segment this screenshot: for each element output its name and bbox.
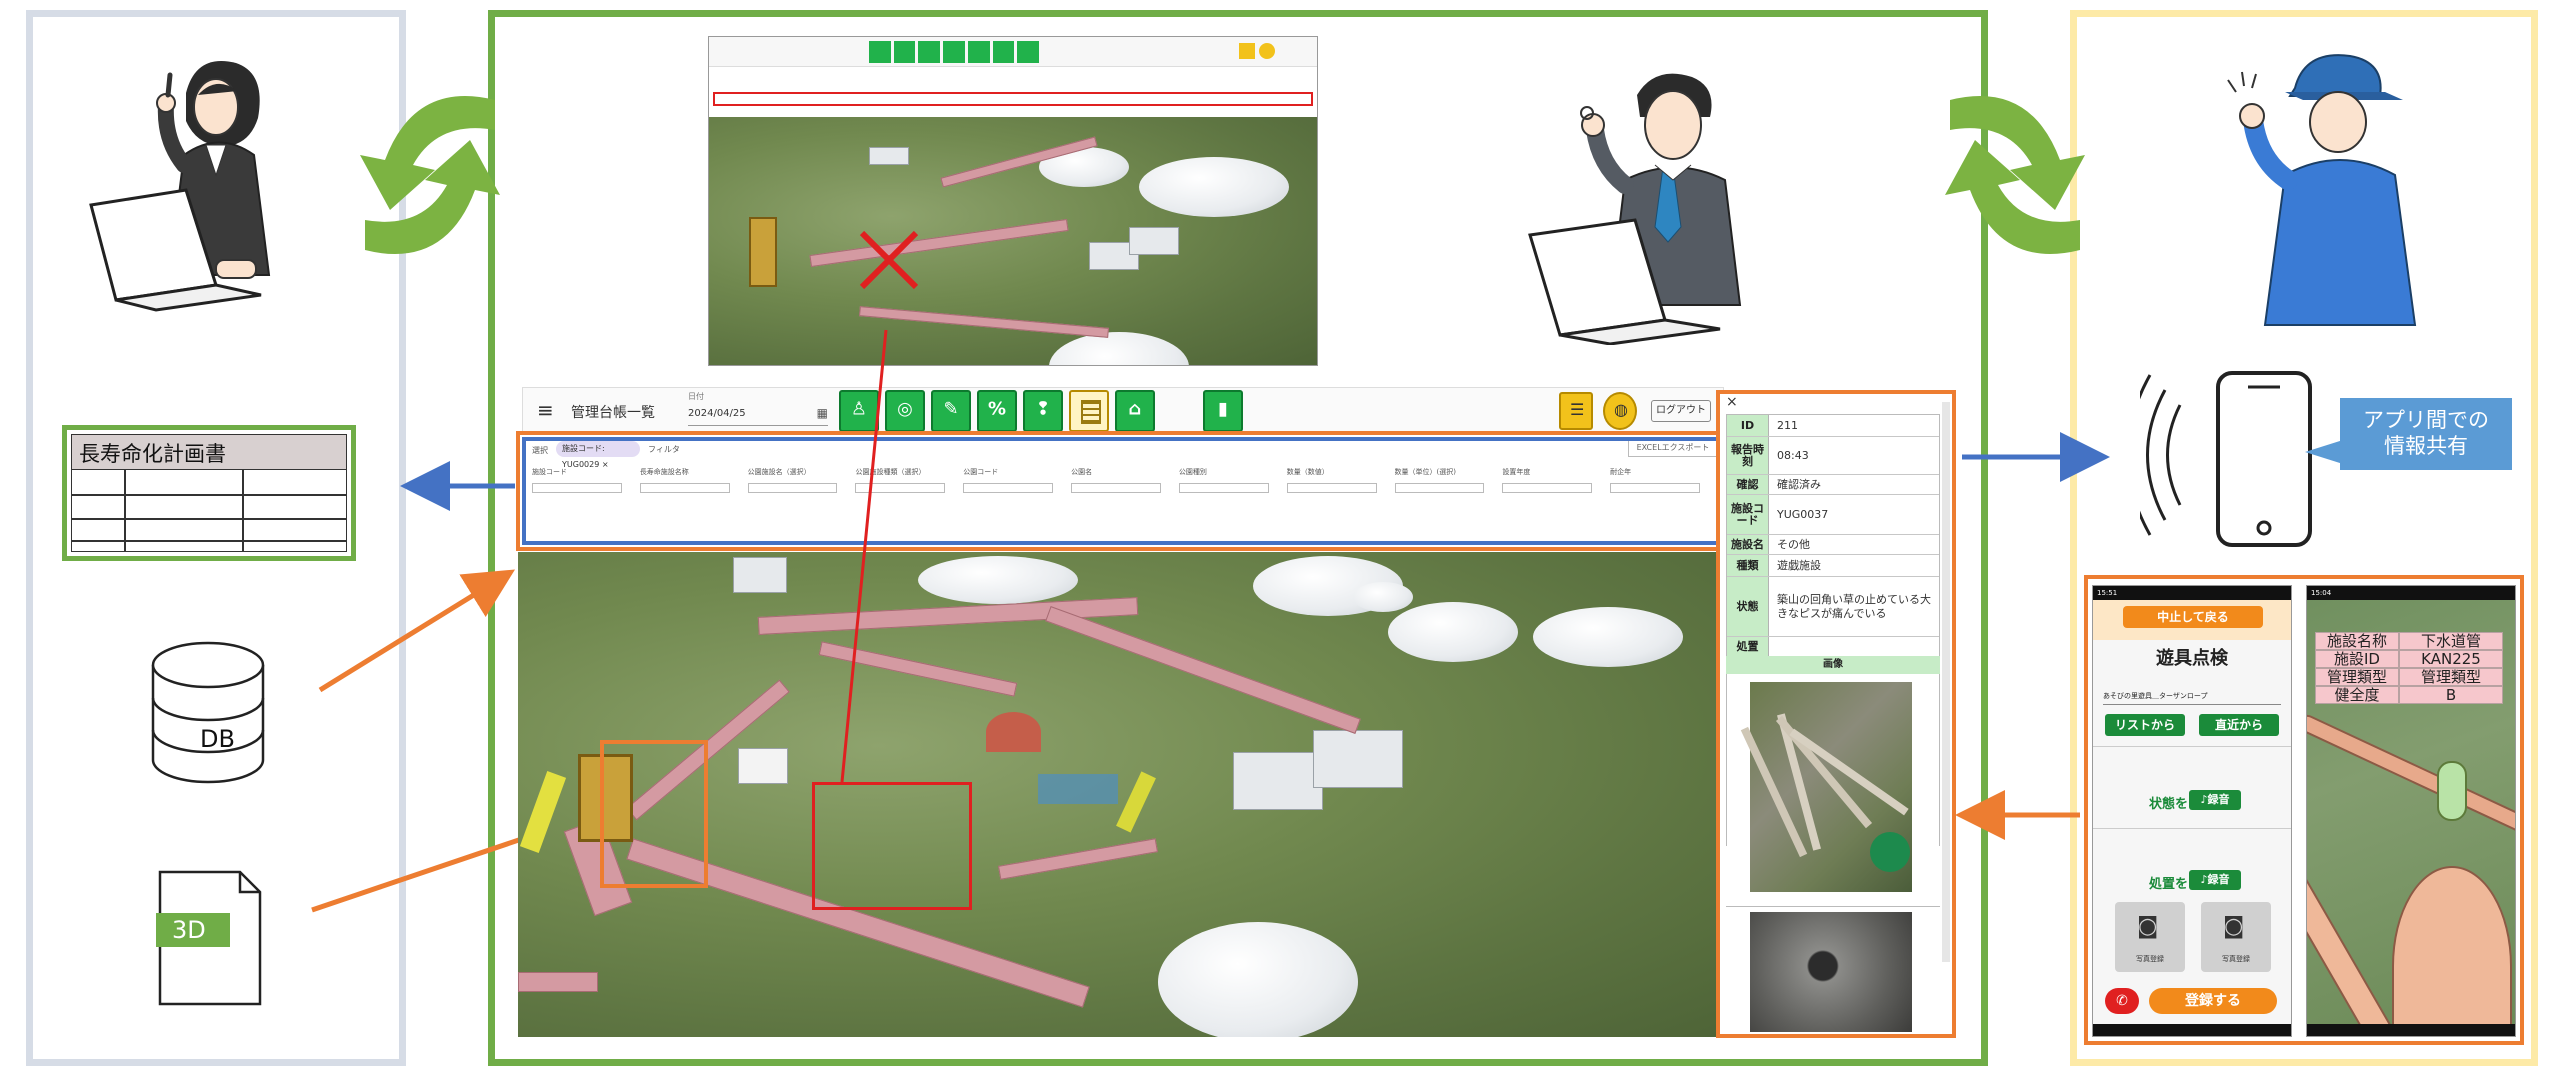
facility-detail-panel: × ID 211 報告時刻 08:43 確認 確認済み 施設コード YUG0037 施設名 その他… — [1716, 390, 1956, 1038]
call-button[interactable]: ✆ — [2105, 988, 2139, 1014]
detail-row: 処置 — [1727, 637, 1939, 657]
treatment-record-button[interactable]: ♪録音 — [2189, 870, 2241, 890]
asset-info-value: KAN225 — [2399, 650, 2503, 668]
removed-facility-link-line — [840, 329, 888, 783]
detail-value — [1777, 637, 1935, 656]
detail-value: 08:43 — [1777, 448, 1809, 462]
detail-key: 施設コード — [1727, 495, 1769, 534]
detail-value: その他 — [1777, 537, 1810, 551]
detail-row: 確認 確認済み — [1727, 475, 1939, 495]
state-label: 状態を — [2149, 797, 2189, 812]
screen-title: 遊具点検 — [2156, 648, 2228, 669]
photo-register-button-2[interactable]: ◙ 写真登録 — [2201, 902, 2271, 972]
back-button[interactable]: 中止して戻る — [2123, 606, 2263, 628]
asset-info-key: 施設ID — [2315, 650, 2399, 668]
mic-icon: ♪ — [2200, 793, 2208, 806]
state-record-label: 録音 — [2207, 793, 2230, 806]
app-status-bar: 15:51 — [2093, 586, 2291, 600]
register-button[interactable]: 登録する — [2149, 988, 2277, 1014]
asset-info-key: 施設名称 — [2315, 632, 2399, 650]
detail-value: 遊戯施設 — [1777, 558, 1821, 572]
treatment-record-label: 録音 — [2207, 873, 2230, 886]
photo-register-label-1: 写真登録 — [2136, 955, 2164, 963]
detail-key: 施設名 — [1727, 535, 1769, 554]
inspection-app-screen: 15:51 中止して戻る 遊具点検 あそびの里遊具＿ターザンロープ リストから … — [2092, 585, 2292, 1037]
detail-row: 施設コード YUG0037 — [1727, 495, 1939, 535]
detail-value: 確認済み — [1777, 477, 1821, 491]
detail-value: YUG0037 — [1777, 507, 1829, 521]
from-list-button[interactable]: リストから — [2105, 714, 2185, 736]
app3d-status-bar: 15:04 — [2307, 586, 2515, 600]
detail-row: ID 211 — [1727, 415, 1939, 437]
detail-key: 確認 — [1727, 475, 1769, 494]
detail-row: 施設名 その他 — [1727, 535, 1939, 555]
facility-photo-1 — [1740, 682, 1912, 892]
office-worker-man-illustration — [1528, 73, 1742, 345]
asset-info-value: B — [2399, 686, 2503, 704]
mic-icon-2: ♪ — [2200, 873, 2208, 886]
photo-register-button-1[interactable]: ◙ 写真登録 — [2115, 902, 2185, 972]
detail-key: 処置 — [1727, 637, 1769, 656]
camera-icon: ◙ — [2137, 914, 2159, 939]
asset-info-table: 施設名称 下水道管 施設ID KAN225 管理類型 管理類型 健全度 B — [2315, 632, 2503, 704]
asset-3d-app-screen: 15:04 施設名称 下水道管 施設ID KAN225 管理類型 管理類型 健全度 B — [2306, 585, 2516, 1037]
asset-info-value: 下水道管 — [2399, 632, 2503, 650]
detail-key: 種類 — [1727, 555, 1769, 576]
detail-row: 状態 築山の回角い草の止めている大きなピスが痛んでいる — [1727, 577, 1939, 637]
detail-row: 種類 遊戯施設 — [1727, 555, 1939, 577]
facility-photo-2 — [1750, 912, 1912, 1032]
state-record-button[interactable]: ♪録音 — [2189, 790, 2241, 810]
image-header: 画像 — [1726, 656, 1940, 674]
asset-info-value: 管理類型 — [2399, 668, 2503, 686]
asset-info-key: 健全度 — [2315, 686, 2399, 704]
nearby-button[interactable]: 直近から — [2199, 714, 2279, 736]
share-callout-tail — [2305, 440, 2343, 464]
camera-icon-2: ◙ — [2223, 914, 2245, 939]
field-worker-illustration — [2227, 54, 2417, 326]
target-facility-field[interactable]: あそびの里遊具＿ターザンロープ — [2103, 691, 2281, 705]
asset-info-key: 管理類型 — [2315, 668, 2399, 686]
detail-key: 状態 — [1727, 577, 1769, 636]
detail-key: ID — [1727, 415, 1769, 436]
detail-close-icon[interactable]: × — [1726, 394, 1738, 410]
detail-scrollbar[interactable] — [1942, 402, 1950, 962]
detail-row: 報告時刻 08:43 — [1727, 437, 1939, 475]
treatment-label: 処置を — [2149, 877, 2189, 892]
detail-key: 報告時刻 — [1727, 437, 1769, 474]
detail-value: 211 — [1777, 418, 1798, 432]
phone-icon: ✆ — [2116, 993, 2128, 1009]
detail-value: 築山の回角い草の止めている大きなピスが痛んでいる — [1777, 592, 1931, 620]
photo-register-label-2: 写真登録 — [2222, 955, 2250, 963]
share-callout: アプリ間での 情報共有 — [2340, 398, 2512, 470]
